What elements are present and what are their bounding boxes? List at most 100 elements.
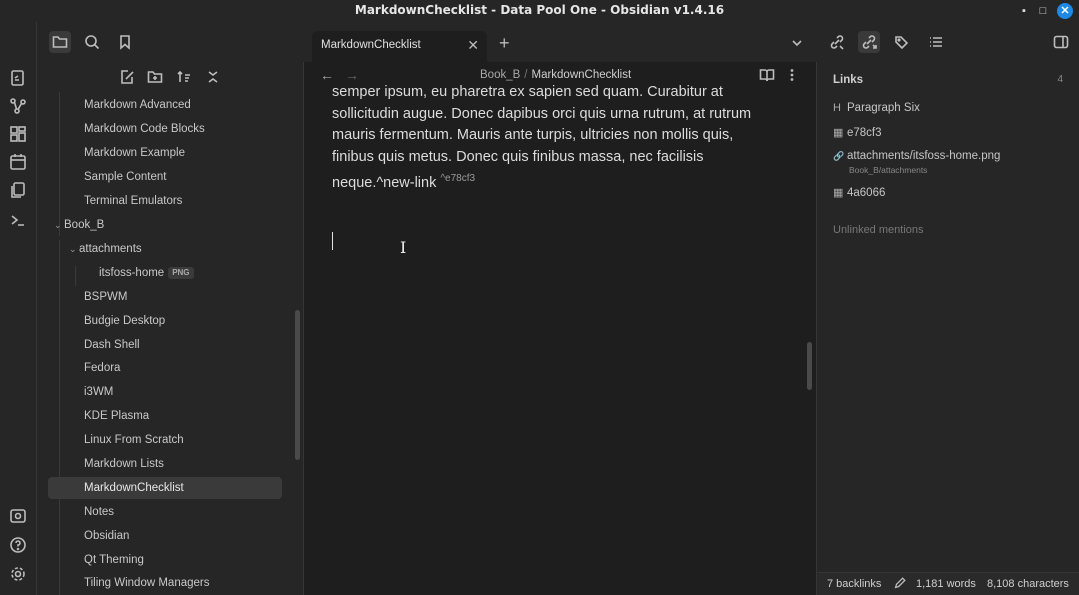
files-view-icon[interactable] — [49, 31, 71, 53]
content-line: mauris fermentum. Mauris ante turpis, ul… — [332, 127, 734, 143]
file-label: Qt Theming — [84, 554, 144, 566]
backlinks-icon[interactable] — [826, 31, 848, 53]
terminal-icon[interactable] — [9, 211, 27, 229]
file-item-i3wm[interactable]: i3WM — [84, 381, 113, 403]
file-item-markdown-lists[interactable]: Markdown Lists — [84, 453, 164, 475]
file-label: Linux From Scratch — [84, 434, 184, 446]
forward-arrow-icon[interactable]: → — [345, 67, 359, 83]
file-explorer-actions — [37, 66, 303, 90]
file-type-badge: PNG — [168, 266, 194, 279]
file-label: Sample Content — [84, 171, 167, 183]
file-item-markdown-advanced[interactable]: Markdown Advanced — [84, 94, 191, 116]
file-explorer: Markdown Advanced Markdown Code Blocks M… — [37, 62, 304, 595]
help-icon[interactable] — [9, 536, 27, 554]
folder-label: attachments — [79, 243, 142, 255]
file-item-notes[interactable]: Notes — [84, 501, 114, 523]
link-item-paragraph-six[interactable]: H Paragraph Six — [833, 102, 920, 114]
editor-scrollbar[interactable] — [807, 342, 812, 390]
file-label: KDE Plasma — [84, 410, 150, 422]
outgoing-links-icon[interactable] — [858, 31, 880, 53]
file-item-markdown-example[interactable]: Markdown Example — [84, 142, 185, 164]
file-item-terminal-emulators[interactable]: Terminal Emulators — [84, 190, 182, 212]
file-item-sample-content[interactable]: Sample Content — [84, 166, 166, 188]
sort-order-icon[interactable] — [173, 66, 195, 88]
content-line: semper ipsum, eu pharetra ex sapien sed … — [332, 84, 723, 100]
folder-item-book-b[interactable]: ⌄ Book_B — [54, 214, 104, 236]
folder-item-attachments[interactable]: ⌄ attachments — [69, 238, 142, 260]
backlinks-count[interactable]: 7 backlinks — [827, 578, 881, 590]
character-count: 8,108 characters — [987, 578, 1069, 590]
templates-icon[interactable] — [9, 181, 27, 199]
file-label: Markdown Example — [84, 147, 185, 159]
back-arrow-icon[interactable]: ← — [320, 67, 334, 83]
file-item-budgie-desktop[interactable]: Budgie Desktop — [84, 310, 165, 332]
ribbon — [0, 22, 37, 595]
settings-icon[interactable] — [9, 565, 27, 583]
link-item-4a6066[interactable]: ▦ 4a6066 — [833, 186, 885, 199]
breadcrumb-separator: / — [524, 69, 528, 81]
file-item-fedora[interactable]: Fedora — [84, 357, 120, 379]
edit-mode-icon[interactable] — [893, 576, 907, 593]
graph-view-icon[interactable] — [9, 97, 27, 115]
maximize-button[interactable]: □ — [1035, 3, 1051, 19]
file-label: Tiling Window Managers — [84, 577, 210, 589]
file-item-linux-from-scratch[interactable]: Linux From Scratch — [84, 429, 184, 451]
text-caret — [332, 232, 333, 250]
editor-pane: ← → Book_B / MarkdownChecklist semper ipsu… — [304, 62, 816, 595]
file-label: itsfoss-home — [99, 267, 165, 279]
sidebar-header — [10, 22, 304, 62]
minimize-button[interactable]: ▪ — [1016, 3, 1032, 19]
file-item-markdownchecklist[interactable]: MarkdownChecklist — [48, 477, 282, 499]
file-label: Budgie Desktop — [84, 315, 166, 327]
tags-icon[interactable] — [891, 31, 913, 53]
note-content[interactable]: semper ipsum, eu pharetra ex sapien sed … — [332, 82, 780, 194]
breadcrumb-folder[interactable]: Book_B — [480, 69, 520, 81]
outline-icon[interactable] — [925, 31, 947, 53]
sidebar-scrollbar[interactable] — [295, 310, 300, 460]
vault-switcher-icon[interactable] — [9, 507, 27, 525]
file-item-bspwm[interactable]: BSPWM — [84, 286, 127, 308]
tab-markdownchecklist[interactable]: MarkdownChecklist ✕ — [312, 31, 487, 62]
content-line: sollicitudin augue. Donec dapibus orci q… — [332, 105, 752, 122]
file-item-tiling-window-managers[interactable]: Tiling Window Managers — [84, 572, 209, 594]
content-line: finibus quis metus. Donec quis finibus m… — [332, 148, 704, 165]
file-item-dash-shell[interactable]: Dash Shell — [84, 334, 140, 356]
link-label: e78cf3 — [847, 127, 882, 139]
search-icon[interactable] — [81, 31, 103, 53]
file-label: Markdown Lists — [84, 458, 164, 470]
new-note-icon[interactable] — [116, 66, 138, 88]
file-label: Notes — [84, 506, 115, 518]
link-item-e78cf3[interactable]: ▦ e78cf3 — [833, 126, 882, 139]
link-icon: 🔗 — [833, 151, 845, 161]
file-label: Markdown Code Blocks — [84, 123, 205, 135]
close-window-button[interactable]: ✕ — [1057, 3, 1073, 19]
block-id: ^e78cf3 — [440, 173, 476, 184]
unlinked-mentions-heading[interactable]: Unlinked mentions — [833, 224, 924, 236]
file-item-kde-plasma[interactable]: KDE Plasma — [84, 405, 149, 427]
toggle-right-sidebar-icon[interactable] — [1050, 31, 1072, 53]
bookmarks-icon[interactable] — [114, 31, 136, 53]
file-label: Terminal Emulators — [84, 195, 183, 207]
link-item-attachment[interactable]: 🔗 attachments/itsfoss-home.png — [833, 150, 1000, 162]
file-label: Dash Shell — [84, 339, 140, 351]
canvas-icon[interactable] — [9, 125, 27, 143]
file-item-markdown-code-blocks[interactable]: Markdown Code Blocks — [84, 118, 205, 140]
right-sidebar-header — [816, 22, 1079, 62]
tab-bar: MarkdownChecklist ✕ + — [304, 22, 816, 62]
tab-label: MarkdownChecklist — [321, 39, 421, 51]
new-tab-button[interactable]: + — [499, 33, 510, 54]
file-item-itsfoss-home[interactable]: itsfoss-home PNG — [99, 262, 194, 284]
tab-list-chevron-down-icon[interactable] — [786, 32, 808, 54]
status-bar: 7 backlinks 1,181 words 8,108 characters — [816, 572, 1079, 595]
collapse-all-icon[interactable] — [202, 66, 224, 88]
new-folder-icon[interactable] — [144, 66, 166, 88]
breadcrumb-file[interactable]: MarkdownChecklist — [531, 69, 631, 81]
close-tab-icon[interactable]: ✕ — [467, 37, 479, 54]
heading-icon: H — [833, 102, 841, 114]
file-item-obsidian[interactable]: Obsidian — [84, 525, 129, 547]
open-quick-switcher-icon[interactable] — [9, 69, 27, 87]
file-item-qt-theming[interactable]: Qt Theming — [84, 549, 144, 571]
more-options-icon[interactable] — [781, 64, 803, 86]
file-label: MarkdownChecklist — [84, 482, 184, 494]
daily-note-icon[interactable] — [9, 153, 27, 171]
